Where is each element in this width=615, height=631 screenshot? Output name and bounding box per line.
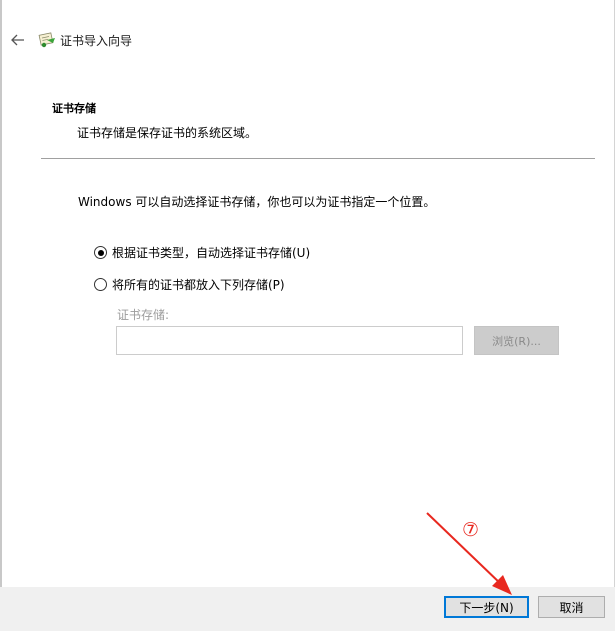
window-left-border <box>0 0 2 631</box>
step-marker: ⑦ <box>462 519 480 541</box>
back-arrow-icon <box>11 34 24 46</box>
browse-button: 浏览(R)... <box>474 326 559 355</box>
place-in-store-option[interactable]: 将所有的证书都放入下列存储(P) <box>94 276 285 293</box>
header-divider <box>41 158 595 159</box>
place-in-store-label: 将所有的证书都放入下列存储(P) <box>112 278 285 292</box>
section-description: 证书存储是保存证书的系统区域。 <box>77 126 258 140</box>
annotation-arrow <box>426 512 512 595</box>
window-title: 证书导入向导 <box>60 34 133 48</box>
certificate-store-label: 证书存储: <box>117 308 170 322</box>
auto-select-radio[interactable] <box>94 246 107 259</box>
certificate-icon <box>38 32 55 48</box>
intro-text: Windows 可以自动选择证书存储，你也可以为证书指定一个位置。 <box>78 195 436 209</box>
certificate-store-field <box>116 326 463 355</box>
section-heading: 证书存储 <box>52 102 96 115</box>
next-button[interactable]: 下一步(N) <box>444 596 529 618</box>
back-button[interactable] <box>7 29 29 51</box>
cancel-button[interactable]: 取消 <box>538 596 605 618</box>
place-in-store-radio[interactable] <box>94 278 107 291</box>
auto-select-label: 根据证书类型，自动选择证书存储(U) <box>112 246 311 260</box>
auto-select-store-option[interactable]: 根据证书类型，自动选择证书存储(U) <box>94 244 310 261</box>
